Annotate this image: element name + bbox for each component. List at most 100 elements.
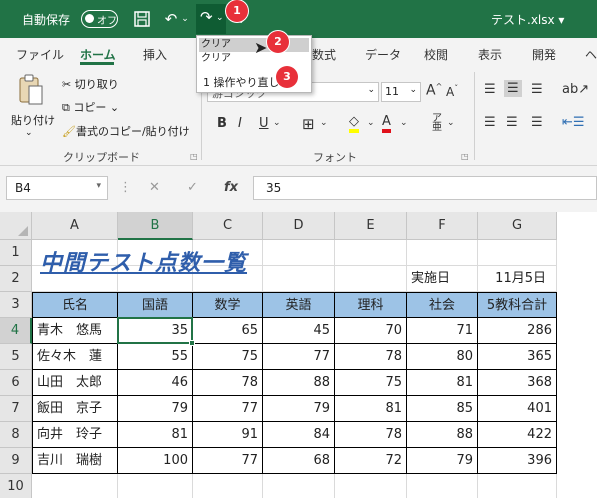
borders-dropdown-icon[interactable]: ⌄ xyxy=(320,118,328,128)
row-header-4[interactable]: 4 xyxy=(0,318,32,344)
cell[interactable] xyxy=(263,240,335,266)
save-icon[interactable] xyxy=(131,8,153,30)
row-header-3[interactable]: 3 xyxy=(0,292,32,318)
insert-function-icon[interactable]: fx xyxy=(224,180,238,195)
decrease-indent-icon[interactable]: ⇤☰ xyxy=(562,115,585,130)
paste-icon[interactable] xyxy=(18,74,44,109)
column-header-e[interactable]: E xyxy=(335,212,407,240)
score-cell[interactable]: 75 xyxy=(193,344,263,370)
student-name-cell[interactable]: 吉川 瑞樹 xyxy=(32,448,118,474)
italic-icon[interactable]: I xyxy=(238,116,242,131)
table-header-cell[interactable]: 英語 xyxy=(263,292,335,318)
autosave-toggle[interactable]: オフ xyxy=(81,10,118,28)
column-header-b[interactable]: B xyxy=(118,212,193,240)
score-cell[interactable]: 65 xyxy=(193,318,263,344)
column-header-f[interactable]: F xyxy=(407,212,478,240)
row-header-10[interactable]: 10 xyxy=(0,474,32,498)
fill-handle[interactable] xyxy=(189,340,195,346)
underline-dropdown-icon[interactable]: ⌄ xyxy=(273,118,281,128)
column-header-a[interactable]: A xyxy=(32,212,118,240)
fill-color-dropdown-icon[interactable]: ⌄ xyxy=(367,118,375,128)
cell[interactable] xyxy=(263,266,335,292)
shrink-font-icon[interactable]: Aˇ xyxy=(446,84,458,99)
score-cell[interactable]: 72 xyxy=(335,448,407,474)
align-middle-icon[interactable]: ☰ xyxy=(504,80,522,97)
tab-review[interactable]: 校閲 xyxy=(424,46,448,63)
score-cell[interactable]: 70 xyxy=(335,318,407,344)
score-cell[interactable]: 368 xyxy=(478,370,557,396)
name-box-dropdown-icon[interactable]: ▾ xyxy=(96,181,101,191)
row-header-7[interactable]: 7 xyxy=(0,396,32,422)
score-cell[interactable]: 401 xyxy=(478,396,557,422)
cell[interactable] xyxy=(407,240,478,266)
score-cell[interactable]: 85 xyxy=(407,396,478,422)
font-color-dropdown-icon[interactable]: ⌄ xyxy=(400,118,408,128)
student-name-cell[interactable]: 山田 太郎 xyxy=(32,370,118,396)
score-cell[interactable]: 77 xyxy=(263,344,335,370)
score-cell[interactable]: 75 xyxy=(335,370,407,396)
score-cell[interactable]: 46 xyxy=(118,370,193,396)
align-left-icon[interactable]: ☰ xyxy=(484,115,496,130)
score-cell[interactable]: 84 xyxy=(263,422,335,448)
row-header-5[interactable]: 5 xyxy=(0,344,32,370)
cancel-icon[interactable]: ✕ xyxy=(149,180,160,195)
column-header-c[interactable]: C xyxy=(193,212,263,240)
score-cell[interactable]: 79 xyxy=(263,396,335,422)
cell[interactable] xyxy=(335,474,407,498)
column-header-g[interactable]: G xyxy=(478,212,557,240)
fill-color-icon[interactable]: ◇ xyxy=(349,114,359,133)
cell[interactable] xyxy=(263,474,335,498)
paste-dropdown-arrow-icon[interactable]: ⌄ xyxy=(25,128,33,138)
name-box[interactable]: B4 ▾ xyxy=(6,176,108,200)
align-center-icon[interactable]: ☰ xyxy=(506,115,518,130)
table-header-cell[interactable]: 氏名 xyxy=(32,292,118,318)
date-value[interactable]: 11月5日 xyxy=(478,266,557,292)
font-color-icon[interactable]: A xyxy=(382,114,391,133)
tab-developer[interactable]: 開発 xyxy=(532,46,556,63)
score-cell[interactable]: 77 xyxy=(193,448,263,474)
grow-font-icon[interactable]: A^ xyxy=(426,82,442,99)
score-cell[interactable]: 81 xyxy=(118,422,193,448)
redo-button[interactable]: ↷ ⌄ xyxy=(196,4,226,34)
cell[interactable] xyxy=(118,474,193,498)
score-cell[interactable]: 78 xyxy=(335,422,407,448)
borders-icon[interactable]: ⊞ xyxy=(302,115,315,133)
row-header-6[interactable]: 6 xyxy=(0,370,32,396)
undo-dropdown-arrow-icon[interactable]: ⌄ xyxy=(180,8,190,30)
date-label[interactable]: 実施日 xyxy=(407,266,478,292)
cell[interactable] xyxy=(478,240,557,266)
table-header-cell[interactable]: 社会 xyxy=(407,292,478,318)
row-header-8[interactable]: 8 xyxy=(0,422,32,448)
student-name-cell[interactable]: 向井 玲子 xyxy=(32,422,118,448)
align-top-icon[interactable]: ☰ xyxy=(484,82,496,97)
orientation-icon[interactable]: ab↗ xyxy=(562,82,589,97)
score-cell[interactable]: 79 xyxy=(118,396,193,422)
undo-icon[interactable]: ↶ xyxy=(160,8,182,30)
score-cell[interactable]: 396 xyxy=(478,448,557,474)
cell[interactable] xyxy=(335,266,407,292)
score-cell[interactable]: 78 xyxy=(335,344,407,370)
student-name-cell[interactable]: 飯田 京子 xyxy=(32,396,118,422)
tab-data[interactable]: データ xyxy=(365,46,401,63)
score-cell[interactable]: 81 xyxy=(407,370,478,396)
bold-icon[interactable]: B xyxy=(217,116,227,131)
cell[interactable] xyxy=(478,474,557,498)
score-cell[interactable]: 79 xyxy=(407,448,478,474)
align-right-icon[interactable]: ☰ xyxy=(531,115,543,130)
cell[interactable] xyxy=(32,474,118,498)
tab-home[interactable]: ホーム xyxy=(80,46,116,63)
font-size-dropdown-icon[interactable]: ⌄ xyxy=(409,85,417,95)
tab-file[interactable]: ファイル xyxy=(16,46,64,63)
phonetic-icon[interactable]: ア亜 xyxy=(432,114,442,133)
column-header-d[interactable]: D xyxy=(263,212,335,240)
formula-input[interactable]: 35 xyxy=(253,176,597,200)
underline-icon[interactable]: U xyxy=(259,116,269,131)
cell[interactable] xyxy=(407,474,478,498)
score-cell[interactable]: 422 xyxy=(478,422,557,448)
table-header-cell[interactable]: 5教科合計 xyxy=(478,292,557,318)
table-header-cell[interactable]: 数学 xyxy=(193,292,263,318)
copy-button[interactable]: ⧉ コピー ⌄ xyxy=(62,99,119,115)
student-name-cell[interactable]: 佐々木 蓮 xyxy=(32,344,118,370)
score-cell[interactable]: 100 xyxy=(118,448,193,474)
score-cell[interactable]: 55 xyxy=(118,344,193,370)
